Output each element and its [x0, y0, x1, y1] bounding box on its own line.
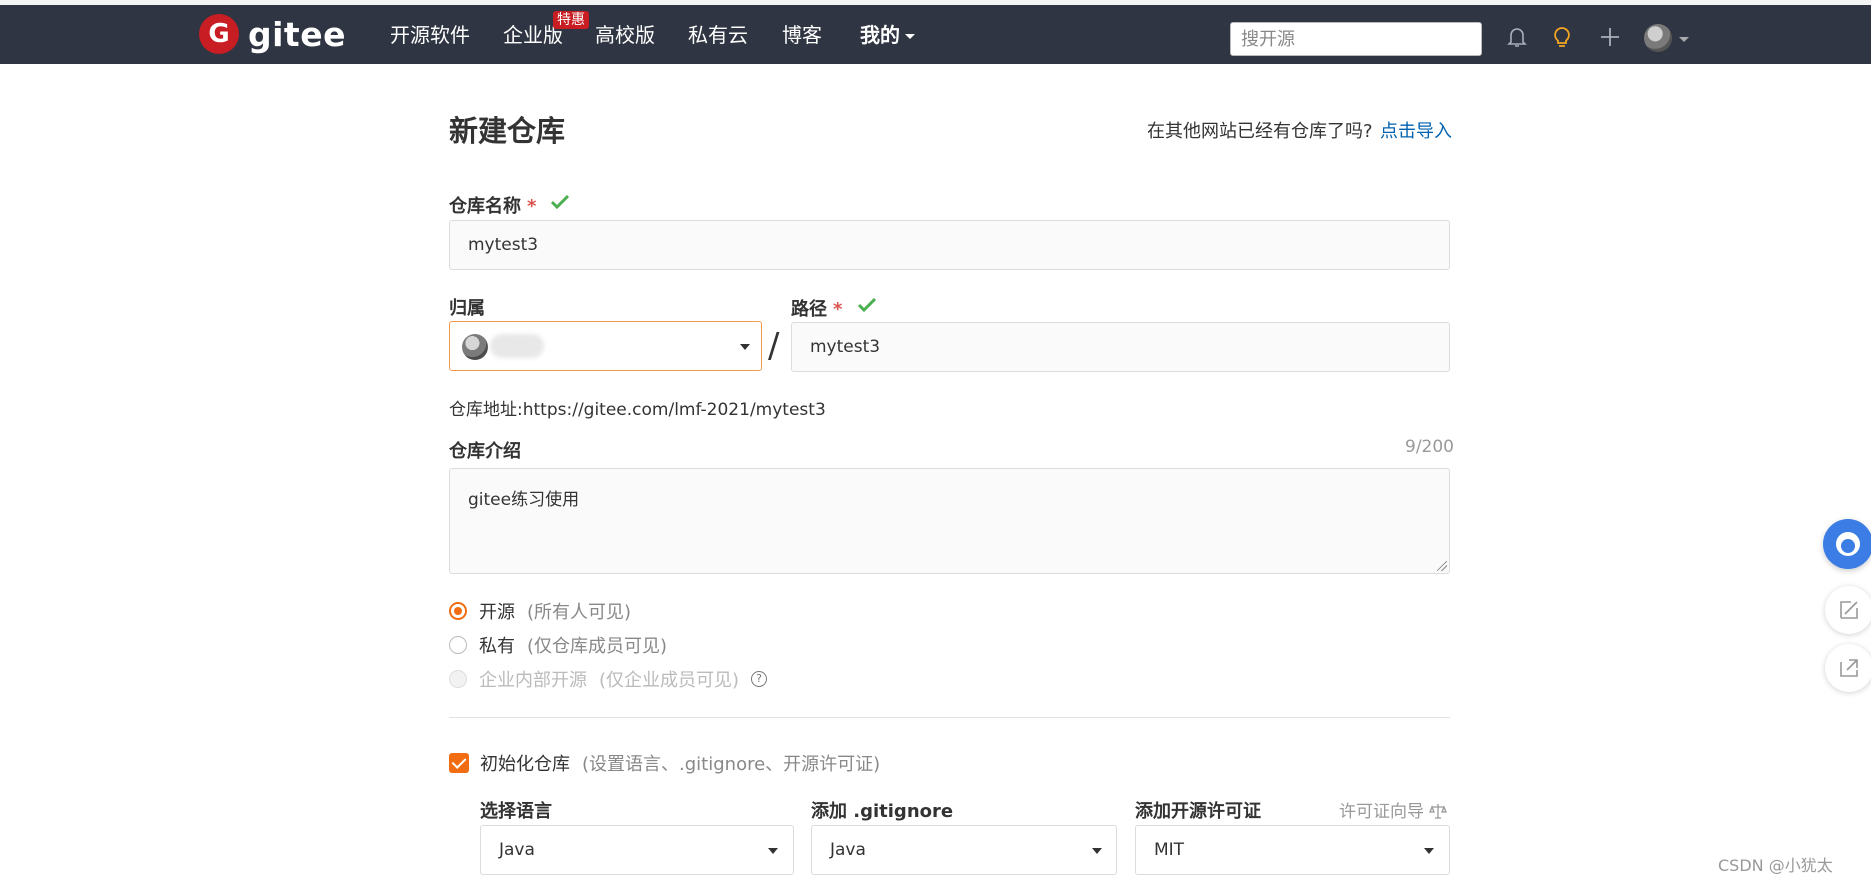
language-select-value: Java [499, 840, 535, 860]
description-label: 仓库介绍 [449, 441, 521, 462]
gitignore-label: 添加 .gitignore [811, 801, 954, 822]
nav-open-source[interactable]: 开源软件 [390, 22, 470, 48]
init-repo-hint: (设置语言、.gitignore、开源许可证) [582, 754, 881, 775]
path-label-text: 路径 [791, 299, 827, 320]
init-repo-label: 初始化仓库 [480, 754, 570, 775]
owner-avatar [462, 334, 488, 360]
import-hint: 在其他网站已经有仓库了吗? [1147, 121, 1373, 142]
description-text: gitee练习使用 [468, 490, 580, 510]
required-asterisk: * [833, 299, 843, 320]
owner-select[interactable] [449, 321, 762, 371]
resize-handle-icon[interactable] [1437, 561, 1447, 571]
repo-name-valid-check-icon [551, 195, 569, 209]
visibility-option-private[interactable]: 私有 (仅仓库成员可见) [449, 632, 667, 658]
repo-url: 仓库地址:https://gitee.com/lmf-2021/mytest3 [449, 395, 826, 420]
owner-name-redacted [490, 334, 544, 358]
csdn-watermark: CSDN @小犹太 [1718, 856, 1833, 875]
path-label: 路径 * [791, 295, 842, 321]
nav-mine-label: 我的 [860, 23, 900, 47]
license-label: 添加开源许可证 [1135, 801, 1261, 822]
path-input[interactable]: mytest3 [791, 322, 1450, 372]
path-valid-check-icon [858, 298, 876, 312]
user-avatar[interactable] [1644, 24, 1672, 52]
gitee-logo-text: gitee [248, 14, 346, 54]
license-chevron-down-icon [1424, 848, 1434, 854]
edit-icon [1840, 601, 1858, 619]
gitee-logo-icon: G [199, 14, 239, 54]
visibility-public-label: 开源 [479, 602, 515, 623]
license-select-value: MIT [1154, 840, 1185, 860]
visibility-private-label: 私有 [479, 636, 515, 657]
language-select[interactable]: Java [480, 825, 794, 875]
bell-icon[interactable] [1505, 25, 1529, 49]
floating-share-button[interactable] [1825, 644, 1871, 692]
nav-blog[interactable]: 博客 [782, 22, 822, 48]
visibility-private-hint: (仅仓库成员可见) [527, 636, 668, 657]
description-char-counter: 9/200 [1405, 437, 1454, 457]
required-asterisk: * [527, 196, 537, 217]
scale-icon [1429, 804, 1448, 819]
search-input[interactable] [1230, 22, 1482, 56]
repo-url-value: https://gitee.com/lmf-2021/mytest3 [522, 400, 826, 420]
repo-url-label: 仓库地址: [449, 400, 523, 420]
enterprise-promo-badge: 特惠 [553, 11, 589, 29]
radio-internal [449, 670, 467, 688]
path-separator: / [768, 326, 780, 366]
visibility-internal-label: 企业内部开源 [479, 670, 587, 691]
gitignore-chevron-down-icon [1092, 848, 1102, 854]
radio-public[interactable] [449, 602, 467, 620]
gitee-logo[interactable]: G gitee [199, 14, 346, 54]
description-textarea[interactable]: gitee练习使用 [449, 468, 1450, 574]
floating-assistant-button[interactable] [1823, 519, 1871, 569]
help-icon[interactable]: ? [751, 671, 768, 687]
assistant-icon [1836, 532, 1860, 556]
lightbulb-icon[interactable] [1550, 25, 1574, 49]
license-guide-text: 许可证向导 [1339, 802, 1424, 822]
chevron-down-icon [905, 34, 915, 39]
visibility-option-internal: 企业内部开源 (仅企业成员可见) ? [449, 666, 768, 692]
init-repo-option[interactable]: 初始化仓库 (设置语言、.gitignore、开源许可证) [449, 750, 880, 776]
visibility-internal-hint: (仅企业成员可见) [599, 670, 740, 691]
nav-education[interactable]: 高校版 [595, 22, 655, 48]
visibility-public-hint: (所有人可见) [527, 602, 632, 623]
gitignore-select[interactable]: Java [811, 825, 1117, 875]
language-label: 选择语言 [480, 801, 552, 822]
repo-name-label-text: 仓库名称 [449, 196, 521, 217]
owner-chevron-down-icon [740, 344, 750, 350]
section-divider [449, 717, 1450, 718]
gitignore-select-value: Java [830, 840, 866, 860]
license-guide-link[interactable]: 许可证向导 [1339, 797, 1448, 822]
top-navbar: G gitee 开源软件 企业版 特惠 高校版 私有云 博客 我的 [0, 5, 1871, 64]
language-chevron-down-icon [768, 848, 778, 854]
share-icon [1840, 659, 1858, 677]
owner-label: 归属 [449, 298, 485, 319]
import-link[interactable]: 点击导入 [1380, 117, 1452, 143]
nav-mine-menu[interactable]: 我的 [860, 22, 915, 48]
page-title: 新建仓库 [449, 114, 566, 148]
nav-private-cloud[interactable]: 私有云 [688, 22, 748, 48]
init-repo-checkbox[interactable] [449, 753, 469, 773]
repo-name-label: 仓库名称 * [449, 192, 536, 218]
license-select[interactable]: MIT [1135, 825, 1450, 875]
radio-private[interactable] [449, 636, 467, 654]
repo-name-input[interactable]: mytest3 [449, 220, 1450, 270]
plus-icon[interactable] [1598, 25, 1622, 49]
avatar-chevron-down-icon[interactable] [1679, 37, 1689, 42]
floating-edit-button[interactable] [1825, 586, 1871, 634]
visibility-option-public[interactable]: 开源 (所有人可见) [449, 598, 631, 624]
